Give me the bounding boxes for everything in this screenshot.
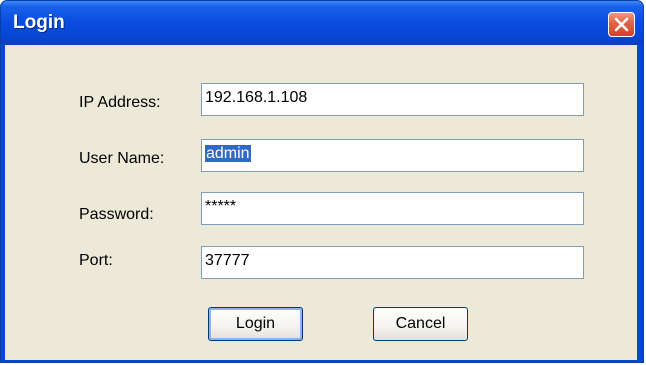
dialog-title: Login (13, 12, 65, 33)
port-field[interactable]: 37777 (201, 246, 584, 279)
ip-address-value: 192.168.1.108 (205, 89, 308, 106)
ip-address-label: IP Address: (79, 94, 161, 111)
password-value: ***** (205, 198, 237, 215)
login-dialog: Login IP Address: 192.168.1.108 User Nam… (0, 0, 644, 363)
user-name-field[interactable]: admin (201, 139, 584, 172)
close-button[interactable] (608, 12, 635, 37)
port-value: 37777 (205, 252, 250, 269)
password-field[interactable]: ***** (201, 192, 584, 225)
close-icon (614, 17, 629, 32)
ip-address-field[interactable]: 192.168.1.108 (201, 83, 584, 116)
user-name-value: admin (205, 145, 251, 162)
login-button[interactable]: Login (208, 307, 303, 341)
password-label: Password: (79, 206, 154, 223)
user-name-label: User Name: (79, 150, 165, 167)
dialog-body: IP Address: 192.168.1.108 User Name: adm… (5, 45, 637, 360)
cancel-button[interactable]: Cancel (373, 307, 468, 341)
port-label: Port: (79, 252, 113, 269)
title-bar[interactable]: Login (1, 1, 643, 45)
